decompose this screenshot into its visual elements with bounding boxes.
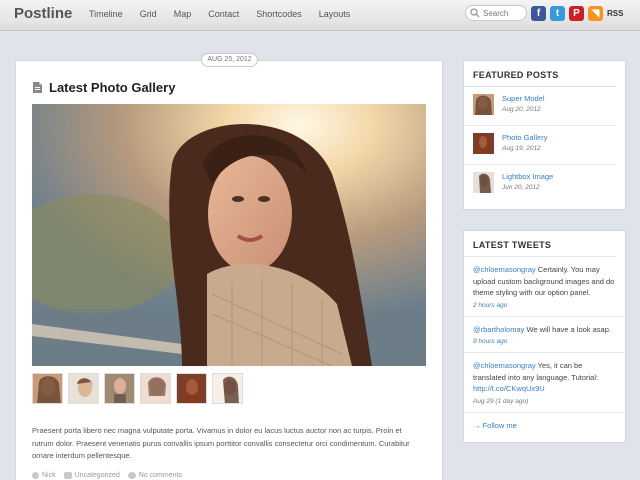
- featured-post-thumbnail[interactable]: [473, 172, 494, 193]
- twitter-icon[interactable]: t: [550, 6, 565, 21]
- featured-post-thumbnail[interactable]: [473, 94, 494, 115]
- facebook-icon[interactable]: f: [531, 6, 546, 21]
- social-links: f t P ◥ RSS: [531, 6, 623, 21]
- tweet-time: Aug 29 (1 day ago): [473, 397, 529, 405]
- folder-icon: [63, 472, 72, 479]
- nav-shortcodes[interactable]: Shortcodes: [256, 9, 302, 19]
- tweet-time[interactable]: 2 hours ago: [473, 300, 616, 311]
- post-author[interactable]: Nick: [42, 472, 56, 479]
- gallery-thumbnail[interactable]: [212, 373, 243, 404]
- rss-label[interactable]: RSS: [607, 9, 623, 18]
- post-excerpt: Praesent porta libero nec magna vulputat…: [32, 426, 410, 460]
- hero-photo[interactable]: [32, 104, 426, 366]
- post-title-row: Latest Photo Gallery: [33, 80, 175, 95]
- tweet-user[interactable]: @chloemasongray: [473, 361, 536, 370]
- post-meta: Nick Uncategorized No comments: [32, 472, 190, 479]
- tweet-item: @rbartholomay We will have a look asap. …: [464, 317, 625, 353]
- gallery-thumbnail[interactable]: [140, 373, 171, 404]
- search-input[interactable]: [483, 8, 523, 18]
- rss-icon[interactable]: ◥: [588, 6, 603, 21]
- nav-grid[interactable]: Grid: [140, 9, 157, 19]
- nav-timeline[interactable]: Timeline: [89, 9, 123, 19]
- featured-post-item[interactable]: Photo Gallery Aug 19, 2012: [464, 126, 616, 165]
- featured-post-date: Aug 20, 2012: [502, 106, 541, 113]
- featured-post-thumbnail[interactable]: [473, 133, 494, 154]
- tweet-user[interactable]: @chloemasongray: [473, 265, 536, 274]
- gallery-thumbnails: [32, 373, 248, 404]
- tweet-text: We will have a look asap.: [524, 324, 611, 334]
- featured-post-link[interactable]: Lightbox Image: [502, 172, 553, 181]
- document-icon: [33, 82, 42, 93]
- nav-map[interactable]: Map: [174, 9, 192, 19]
- comment-icon: [127, 472, 136, 479]
- post-comments[interactable]: No comments: [139, 472, 182, 479]
- tweet-item: @chloemasongray Yes, it can be translate…: [464, 353, 625, 413]
- nav-contact[interactable]: Contact: [208, 9, 239, 19]
- tweet-user[interactable]: @rbartholomay: [473, 325, 524, 334]
- top-bar: Postline Timeline Grid Map Contact Short…: [0, 0, 640, 31]
- featured-post-link[interactable]: Photo Gallery: [502, 133, 547, 142]
- search-box[interactable]: [465, 5, 527, 21]
- gallery-thumbnail[interactable]: [176, 373, 207, 404]
- tweet-link[interactable]: http://t.co/CKwqUx9U: [473, 384, 545, 393]
- post-title[interactable]: Latest Photo Gallery: [49, 80, 175, 95]
- tweet-item: @chloemasongray Certainly. You may uploa…: [464, 257, 625, 317]
- main-nav: Timeline Grid Map Contact Shortcodes Lay…: [89, 9, 367, 19]
- featured-posts-title: FEATURED POSTS: [464, 61, 616, 87]
- featured-post-date: Aug 19, 2012: [502, 145, 541, 152]
- follow-me-link[interactable]: → Follow me: [464, 413, 625, 438]
- post-category[interactable]: Uncategorized: [75, 472, 120, 479]
- featured-post-date: Jun 20, 2012: [502, 184, 540, 191]
- featured-post-link[interactable]: Super Model: [502, 94, 545, 103]
- nav-layouts[interactable]: Layouts: [319, 9, 351, 19]
- latest-tweets-widget: LATEST TWEETS @chloemasongray Certainly.…: [463, 230, 626, 443]
- featured-post-item[interactable]: Lightbox Image Jun 20, 2012: [464, 165, 616, 204]
- featured-post-item[interactable]: Super Model Aug 20, 2012: [464, 87, 616, 126]
- gallery-thumbnail[interactable]: [104, 373, 135, 404]
- search-icon: [470, 8, 480, 18]
- post-date-badge: AUG 25, 2012: [201, 53, 258, 67]
- latest-tweets-title: LATEST TWEETS: [464, 231, 616, 257]
- tweet-time[interactable]: 9 hours ago: [473, 336, 616, 347]
- gallery-thumbnail[interactable]: [32, 373, 63, 404]
- gallery-thumbnail[interactable]: [68, 373, 99, 404]
- pinterest-icon[interactable]: P: [569, 6, 584, 21]
- featured-posts-widget: FEATURED POSTS Super Model Aug 20, 2012 …: [463, 60, 626, 210]
- site-logo[interactable]: Postline: [14, 5, 72, 22]
- user-icon: [32, 472, 39, 479]
